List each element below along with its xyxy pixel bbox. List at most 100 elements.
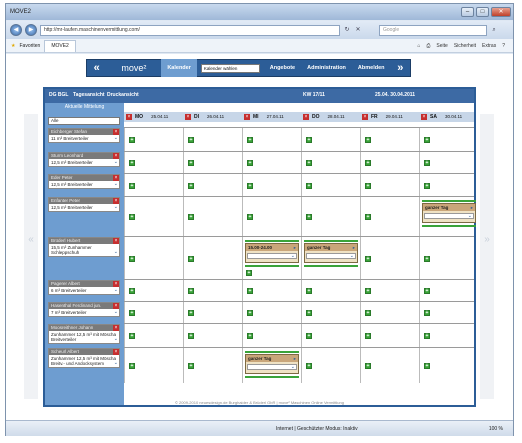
print-icon[interactable]: ⎙ [426,43,430,49]
expand-icon[interactable]: ▸ [471,204,473,211]
calendar-cell[interactable]: + [419,280,474,301]
add-booking-icon[interactable]: + [247,183,253,189]
add-booking-icon[interactable]: + [424,137,430,143]
calendar-cell[interactable]: + [183,152,242,173]
add-booking-icon[interactable]: + [424,363,430,369]
add-booking-icon[interactable]: + [365,214,371,220]
add-booking-icon[interactable]: + [424,183,430,189]
zoom-level[interactable]: 100 % [489,426,513,432]
add-booking-icon[interactable]: + [365,137,371,143]
calendar-cell[interactable]: + [124,324,183,347]
booking-select[interactable]: ⌄ [247,364,297,370]
url-field[interactable]: http://mr-laufen.maschinenvermittlung.co… [40,24,340,36]
print-view-link[interactable]: Druckansicht [107,92,139,98]
refresh-icon[interactable]: ↻ [343,26,351,34]
calendar-cell[interactable]: + [124,197,183,236]
add-booking-icon[interactable]: + [247,333,253,339]
add-booking-icon[interactable]: + [129,160,135,166]
calendar-cell[interactable]: + [360,302,419,323]
add-booking-icon[interactable]: + [365,288,371,294]
add-booking-icon[interactable]: + [365,363,371,369]
add-booking-icon[interactable]: + [129,256,135,262]
calendar-cell[interactable]: + [242,197,301,236]
add-booking-icon[interactable]: + [306,310,312,316]
calendar-cell[interactable]: + [301,348,360,383]
expand-icon[interactable]: ▸ [353,244,355,251]
next-week-icon[interactable]: » [391,62,410,74]
calendar-cell[interactable]: + [301,174,360,196]
calendar-cell[interactable]: + [419,324,474,347]
calendar-cell[interactable]: + [242,174,301,196]
add-booking-icon[interactable]: + [306,137,312,143]
add-booking-icon[interactable]: + [306,214,312,220]
search-icon[interactable]: ⌕ [490,26,498,34]
add-booking-icon[interactable]: + [129,363,135,369]
calendar-cell[interactable]: + [124,280,183,301]
resource-card[interactable]: Pagerer Albert × 6 m³ Breitverteiler ⌄ [48,280,120,295]
chevron-down-icon[interactable]: ⌄ [114,136,118,141]
calendar-cell[interactable]: + [183,237,242,279]
calendar-cell[interactable]: + [242,128,301,151]
minimize-button[interactable]: – [461,7,474,17]
add-booking-icon[interactable]: + [424,310,430,316]
booking-card[interactable]: 15.00-24.00 ▸ ⌄ [245,243,299,263]
calendar-cell[interactable]: + [419,237,474,279]
calendar-cell[interactable]: + [183,348,242,383]
add-booking-icon[interactable]: + [188,363,194,369]
chevron-down-icon[interactable]: ⌄ [114,361,118,366]
resource-card[interactable]: Hasenthal Ferdinand jun. × 7 m³ Breitverte… [48,302,120,317]
calendar-cell[interactable]: + [360,174,419,196]
calendar-cell[interactable]: 15.00-24.00 ▸ ⌄ + [242,237,301,279]
calendar-cell[interactable]: + [124,237,183,279]
stop-icon[interactable]: ✕ [354,26,362,34]
calendar-cell[interactable]: + [419,128,474,151]
calendar-cell[interactable]: + [183,174,242,196]
expand-icon[interactable]: ▸ [294,355,296,362]
add-booking-icon[interactable]: + [424,288,430,294]
calendar-cell[interactable]: + [301,197,360,236]
add-booking-icon[interactable]: + [188,137,194,143]
calendar-cell[interactable]: + [360,324,419,347]
forward-icon[interactable]: ▶ [25,24,37,36]
add-booking-icon[interactable]: + [247,288,253,294]
add-booking-icon[interactable]: + [306,183,312,189]
calendar-cell[interactable]: + [183,128,242,151]
add-booking-icon[interactable]: + [129,137,135,143]
add-booking-icon[interactable]: + [247,214,253,220]
booking-card[interactable]: ganzer Tag ▸ ⌄ [422,203,476,223]
calendar-cell[interactable]: + [124,128,183,151]
resource-filter-select[interactable]: Alle [48,117,120,125]
calendar-cell[interactable]: + [242,280,301,301]
menu-page[interactable]: Seite [436,43,447,49]
home-icon[interactable]: ⌂ [417,43,420,49]
back-icon[interactable]: ◀ [10,24,22,36]
next-page-arrow[interactable]: » [480,114,494,399]
calendar-cell[interactable]: + [183,302,242,323]
chevron-down-icon[interactable]: ⌄ [114,250,118,255]
calendar-cell[interactable]: + [360,348,419,383]
resource-card[interactable]: Moosreithner Johann × Zunhammer 12,5 m³ mi… [48,324,120,344]
resource-card[interactable]: Enfanter Peter × 12,5 m³ Breitverteiler ⌄ [48,197,120,212]
calendar-cell[interactable]: ganzer Tag ▸ ⌄ [419,197,476,236]
calendar-cell[interactable]: + [242,302,301,323]
add-booking-icon[interactable]: + [365,333,371,339]
calendar-cell[interactable]: + [419,152,474,173]
add-booking-icon[interactable]: + [246,270,252,276]
calendar-cell[interactable]: + [360,128,419,151]
calendar-cell[interactable]: + [301,128,360,151]
calendar-cell[interactable]: ganzer Tag ▸ ⌄ [242,348,301,383]
booking-card[interactable]: ganzer Tag ▸ ⌄ [304,243,358,263]
booking-select[interactable]: ⌄ [424,213,474,219]
nav-logout[interactable]: Abmelden [352,59,391,77]
chevron-down-icon[interactable]: ⌄ [114,310,118,315]
calendar-cell[interactable]: + [242,152,301,173]
resource-card[interactable]: Brüderl Hubert × 15,5 m³ Zunhammer Schlepp… [48,237,120,257]
calendar-cell[interactable]: + [124,348,183,383]
search-input[interactable]: Google [379,24,487,36]
add-booking-icon[interactable]: + [365,256,371,262]
resource-card[interactable]: Sturm Leonhard × 12,5 m³ Breitverteiler ⌄ [48,152,120,167]
calendar-cell[interactable]: + [124,174,183,196]
calendar-cell[interactable]: + [301,324,360,347]
add-booking-icon[interactable]: + [424,256,430,262]
booking-card[interactable]: ganzer Tag ▸ ⌄ [245,354,299,374]
